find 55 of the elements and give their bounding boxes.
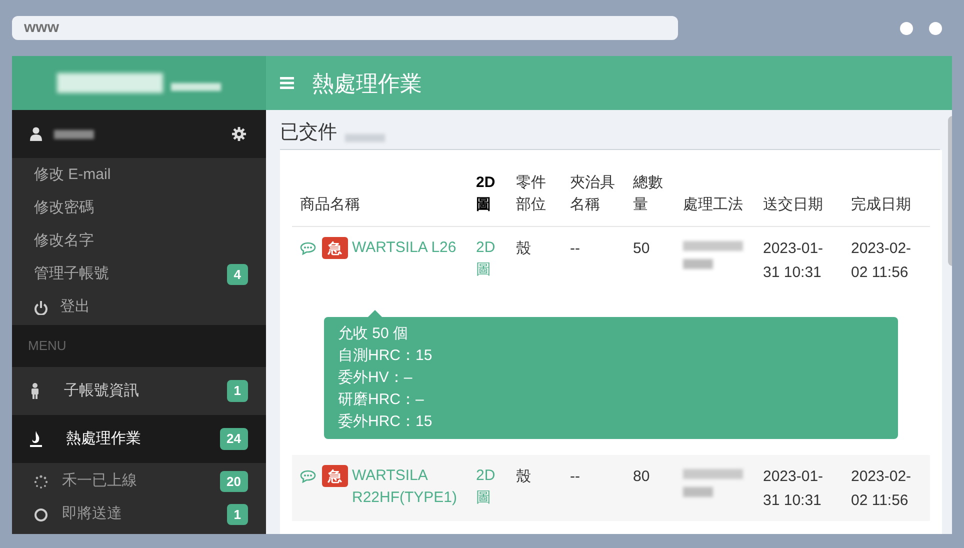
tooltip-line: 委外HV：– xyxy=(338,368,414,388)
chat-bubble-icon[interactable] xyxy=(300,470,316,483)
table-cell: 殼 xyxy=(516,240,531,257)
chat-bubble-icon[interactable] xyxy=(300,242,316,255)
redacted-text xyxy=(171,83,221,91)
count-badge: 4 xyxy=(226,264,248,286)
column-header: 零件部位 xyxy=(515,173,547,215)
address-bar[interactable]: www xyxy=(12,16,678,40)
tooltip-line: 研磨HRC：– xyxy=(338,390,425,410)
flame-icon xyxy=(30,431,42,447)
circle-icon xyxy=(34,508,48,522)
count-badge: 20 xyxy=(220,470,248,492)
column-header: 2D圖 xyxy=(475,173,496,215)
person-icon xyxy=(30,383,40,399)
column-header: 總數量 xyxy=(632,173,664,215)
sidebar-item[interactable]: 熱處理作業 24 xyxy=(12,415,266,463)
account-menu-item[interactable]: 管理子帳號 4 xyxy=(12,258,266,291)
column-header: 處理工法 xyxy=(682,195,744,215)
table-cell: -- xyxy=(570,468,580,485)
table-cell: 2023-02-02 11:56 xyxy=(851,240,912,281)
count-badge: 24 xyxy=(220,428,248,450)
table-cell: 80 xyxy=(633,468,650,485)
column-header: 夾治具名稱 xyxy=(569,173,616,215)
account-menu-item[interactable]: 登出 xyxy=(12,291,266,324)
account-menu-item[interactable]: 修改密碼 xyxy=(12,192,266,225)
power-icon xyxy=(34,300,48,314)
table-cell: 50 xyxy=(633,240,650,257)
account-menu-item[interactable]: 修改 E-mail xyxy=(12,159,266,192)
table-cell: -- xyxy=(570,240,580,257)
table-cell: 殼 xyxy=(516,468,531,485)
tooltip-line: 自測HRC：15 xyxy=(338,346,434,366)
redacted-text xyxy=(54,130,94,138)
column-header: 商品名稱 xyxy=(299,195,361,215)
tooltip-line: 委外HRC：15 xyxy=(338,412,434,432)
urgent-badge: 急 xyxy=(322,237,348,259)
urgent-badge: 急 xyxy=(322,465,348,487)
page-title: 熱處理作業 xyxy=(312,70,422,98)
redacted-text xyxy=(345,134,385,142)
table-cell: 2023-02-02 11:56 xyxy=(851,468,912,509)
spinner-icon xyxy=(34,474,48,488)
section-title: 已交件 xyxy=(280,120,337,144)
account-menu-item[interactable]: 修改名字 xyxy=(12,225,266,258)
menu-icon[interactable] xyxy=(280,77,294,89)
column-header: 送交日期 xyxy=(762,195,824,215)
count-badge: 1 xyxy=(226,504,248,526)
submenu-item[interactable]: 禾一已上線 20 xyxy=(12,465,266,498)
menu-heading: MENU xyxy=(12,325,266,367)
column-header: 完成日期 xyxy=(850,195,912,215)
settings-icon[interactable] xyxy=(232,127,246,141)
user-icon xyxy=(30,127,42,141)
tooltip-line: 允收 50 個 xyxy=(338,324,410,344)
table-cell: 2023-01-31 10:31 xyxy=(763,468,824,509)
table-cell: 2023-01-31 10:31 xyxy=(763,240,824,281)
count-badge: 1 xyxy=(226,380,248,402)
submenu-item[interactable]: 即將送達 1 xyxy=(12,498,266,531)
